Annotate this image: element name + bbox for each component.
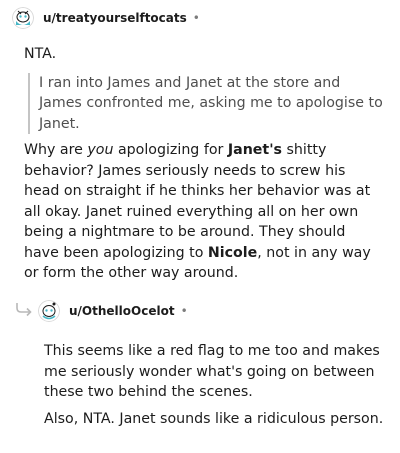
user-avatar[interactable] (38, 300, 60, 322)
reply-body: This seems like a red flag to me too and… (44, 341, 384, 435)
reply-header: u/OthelloOcelot • (38, 299, 188, 323)
user-avatar[interactable] (12, 7, 34, 29)
snoo-avatar-icon (12, 7, 34, 29)
reply-paragraph-2: Also, NTA. Janet sounds like a ridiculou… (44, 410, 384, 427)
reply-username[interactable]: u/OthelloOcelot (69, 304, 175, 318)
quote-text: I ran into James and Janet at the store … (39, 74, 383, 132)
comment-body: NTA. I ran into James and Janet at the s… (24, 44, 384, 284)
blockquote: I ran into James and Janet at the store … (28, 72, 384, 134)
reply-paragraph-1: This seems like a red flag to me too and… (44, 343, 380, 400)
comment-header: u/treatyourselftocats • (12, 6, 200, 30)
verdict-text: NTA. (24, 46, 57, 62)
bold-text: Nicole (207, 244, 258, 261)
comment-paragraph: Why are you apologizing for Janet's shit… (24, 142, 371, 281)
bold-text: Janet's (227, 142, 282, 158)
emphasis-text: you (87, 142, 114, 158)
comment-username[interactable]: u/treatyourselftocats (43, 11, 187, 25)
snoo-avatar-icon (38, 300, 60, 322)
meta-separator: • (192, 11, 200, 25)
reply-arrow-icon (16, 303, 32, 317)
meta-separator: • (180, 304, 188, 318)
